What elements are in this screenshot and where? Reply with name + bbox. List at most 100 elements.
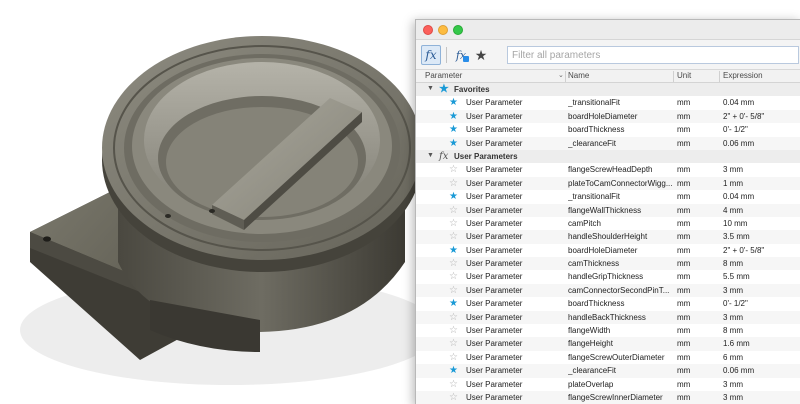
parameter-row[interactable]: ☆ User Parameter flangeScrewHeadDepth mm 3 m…	[416, 163, 800, 176]
parameter-row[interactable]: ☆ User Parameter camThickness mm 8 mm	[416, 257, 800, 271]
parameter-expression[interactable]: 0.06 mm	[723, 366, 800, 375]
favorite-star-icon[interactable]: ☆	[449, 324, 461, 337]
parameter-name[interactable]: _transitionalFit	[568, 98, 672, 107]
parameter-name[interactable]: flangeScrewOuterDiameter	[568, 353, 672, 362]
parameter-unit[interactable]: mm	[677, 326, 717, 335]
parameter-name[interactable]: _transitionalFit	[568, 192, 672, 201]
column-header-parameter[interactable]: Parameter	[425, 71, 462, 80]
parameter-unit[interactable]: mm	[677, 179, 717, 188]
favorite-star-icon[interactable]: ☆	[449, 270, 461, 283]
favorite-star-icon[interactable]: ☆	[449, 284, 461, 297]
parameter-row[interactable]: ☆ User Parameter handleGripThickness mm 5.5 …	[416, 270, 800, 283]
favorite-star-icon[interactable]: ☆	[449, 257, 461, 270]
close-window-button[interactable]	[423, 25, 433, 35]
parameter-row[interactable]: ★ User Parameter _clearanceFit mm 0.06 mm	[416, 136, 800, 150]
parameter-expression[interactable]: 8 mm	[723, 326, 800, 335]
parameter-expression[interactable]: 5.5 mm	[723, 272, 800, 281]
favorite-star-icon[interactable]: ☆	[449, 351, 461, 364]
favorite-star-icon[interactable]: ☆	[449, 204, 461, 217]
parameter-name[interactable]: _clearanceFit	[568, 366, 672, 375]
parameter-name[interactable]: flangeScrewInnerDiameter	[568, 393, 672, 402]
favorite-star-icon[interactable]: ☆	[449, 177, 461, 190]
parameter-row[interactable]: ★ User Parameter _transitionalFit mm 0.04 mm	[416, 96, 800, 109]
favorite-star-icon[interactable]: ★	[449, 364, 461, 377]
parameter-expression[interactable]: 2" + 0'- 5/8"	[723, 246, 800, 255]
favorite-star-icon[interactable]: ★	[449, 137, 461, 150]
parameter-unit[interactable]: mm	[677, 206, 717, 215]
parameter-unit[interactable]: mm	[677, 272, 717, 281]
parameter-name[interactable]: camPitch	[568, 219, 672, 228]
column-header-unit[interactable]: Unit	[677, 71, 691, 80]
parameter-name[interactable]: boardThickness	[568, 125, 672, 134]
parameter-expression[interactable]: 6 mm	[723, 353, 800, 362]
favorite-star-icon[interactable]: ☆	[449, 378, 461, 391]
favorite-star-icon[interactable]: ★	[449, 123, 461, 136]
parameter-expression[interactable]: 10 mm	[723, 219, 800, 228]
favorite-star-icon[interactable]: ★	[449, 297, 461, 310]
fx-favorite-filter-icon[interactable]: fx	[452, 45, 470, 65]
parameter-name[interactable]: flangeHeight	[568, 339, 672, 348]
parameter-expression[interactable]: 2" + 0'- 5/8"	[723, 112, 800, 121]
parameter-expression[interactable]: 4 mm	[723, 206, 800, 215]
favorite-star-icon[interactable]: ★	[449, 96, 461, 109]
parameter-unit[interactable]: mm	[677, 246, 717, 255]
parameter-row[interactable]: ☆ User Parameter flangeWidth mm 8 mm	[416, 324, 800, 337]
parameter-row[interactable]: ☆ User Parameter handleBackThickness mm 3 mm	[416, 310, 800, 325]
parameter-name[interactable]: camThickness	[568, 259, 672, 268]
parameter-expression[interactable]: 1 mm	[723, 179, 800, 188]
parameter-unit[interactable]: mm	[677, 98, 717, 107]
parameter-expression[interactable]: 3 mm	[723, 380, 800, 389]
parameter-unit[interactable]: mm	[677, 313, 717, 322]
parameter-expression[interactable]: 0.06 mm	[723, 139, 800, 148]
parameter-name[interactable]: flangeScrewHeadDepth	[568, 165, 672, 174]
parameter-expression[interactable]: 3 mm	[723, 393, 800, 402]
parameter-row[interactable]: ☆ User Parameter camPitch mm 10 mm	[416, 217, 800, 230]
chevron-down-icon[interactable]: ⌄	[558, 71, 564, 79]
parameter-name[interactable]: camConnectorSecondPinT...	[568, 286, 672, 295]
parameter-expression[interactable]: 1.6 mm	[723, 339, 800, 348]
parameter-unit[interactable]: mm	[677, 366, 717, 375]
favorite-star-icon[interactable]: ☆	[449, 311, 461, 324]
favorite-star-icon[interactable]: ☆	[449, 163, 461, 176]
parameter-name[interactable]: plateOverlap	[568, 380, 672, 389]
favorites-group-row[interactable]: ▼ ★ Favorites	[416, 83, 800, 97]
column-header-name[interactable]: Name	[568, 71, 589, 80]
parameter-unit[interactable]: mm	[677, 112, 717, 121]
parameter-name[interactable]: boardThickness	[568, 299, 672, 308]
maximize-window-button[interactable]	[453, 25, 463, 35]
parameter-expression[interactable]: 0.04 mm	[723, 98, 800, 107]
favorite-star-icon[interactable]: ☆	[449, 230, 461, 243]
favorite-star-icon[interactable]: ☆	[449, 337, 461, 350]
parameter-row[interactable]: ★ User Parameter _clearanceFit mm 0.06 mm	[416, 364, 800, 378]
parameter-unit[interactable]: mm	[677, 393, 717, 402]
parameter-expression[interactable]: 3 mm	[723, 286, 800, 295]
favorite-star-icon[interactable]: ★	[449, 190, 461, 203]
parameter-expression[interactable]: 0.04 mm	[723, 192, 800, 201]
favorite-star-icon[interactable]: ★	[449, 244, 461, 257]
parameter-unit[interactable]: mm	[677, 380, 717, 389]
collapse-arrow-icon[interactable]: ▼	[427, 85, 434, 92]
parameter-unit[interactable]: mm	[677, 299, 717, 308]
parameter-unit[interactable]: mm	[677, 339, 717, 348]
minimize-window-button[interactable]	[438, 25, 448, 35]
parameter-expression[interactable]: 3 mm	[723, 313, 800, 322]
parameter-row[interactable]: ★ User Parameter boardThickness mm 0'- 1/2"	[416, 123, 800, 136]
parameter-unit[interactable]: mm	[677, 125, 717, 134]
parameter-expression[interactable]: 3 mm	[723, 165, 800, 174]
parameter-name[interactable]: handleGripThickness	[568, 272, 672, 281]
parameter-unit[interactable]: mm	[677, 232, 717, 241]
parameter-unit[interactable]: mm	[677, 219, 717, 228]
parameter-unit[interactable]: mm	[677, 259, 717, 268]
fx-icon[interactable]: fx	[421, 45, 441, 65]
parameter-name[interactable]: boardHoleDiameter	[568, 112, 672, 121]
parameter-name[interactable]: handleBackThickness	[568, 313, 672, 322]
parameter-unit[interactable]: mm	[677, 192, 717, 201]
parameter-row[interactable]: ☆ User Parameter plateToCamConnectorWigg..…	[416, 176, 800, 191]
star-icon[interactable]: ★	[472, 45, 490, 65]
filter-parameters-input[interactable]	[507, 46, 799, 64]
column-header-expression[interactable]: Expression	[723, 71, 763, 80]
parameter-row[interactable]: ☆ User Parameter flangeHeight mm 1.6 mm	[416, 337, 800, 351]
parameter-row[interactable]: ☆ User Parameter flangeWallThickness mm 4 mm	[416, 203, 800, 217]
parameter-expression[interactable]: 8 mm	[723, 259, 800, 268]
parameter-unit[interactable]: mm	[677, 286, 717, 295]
